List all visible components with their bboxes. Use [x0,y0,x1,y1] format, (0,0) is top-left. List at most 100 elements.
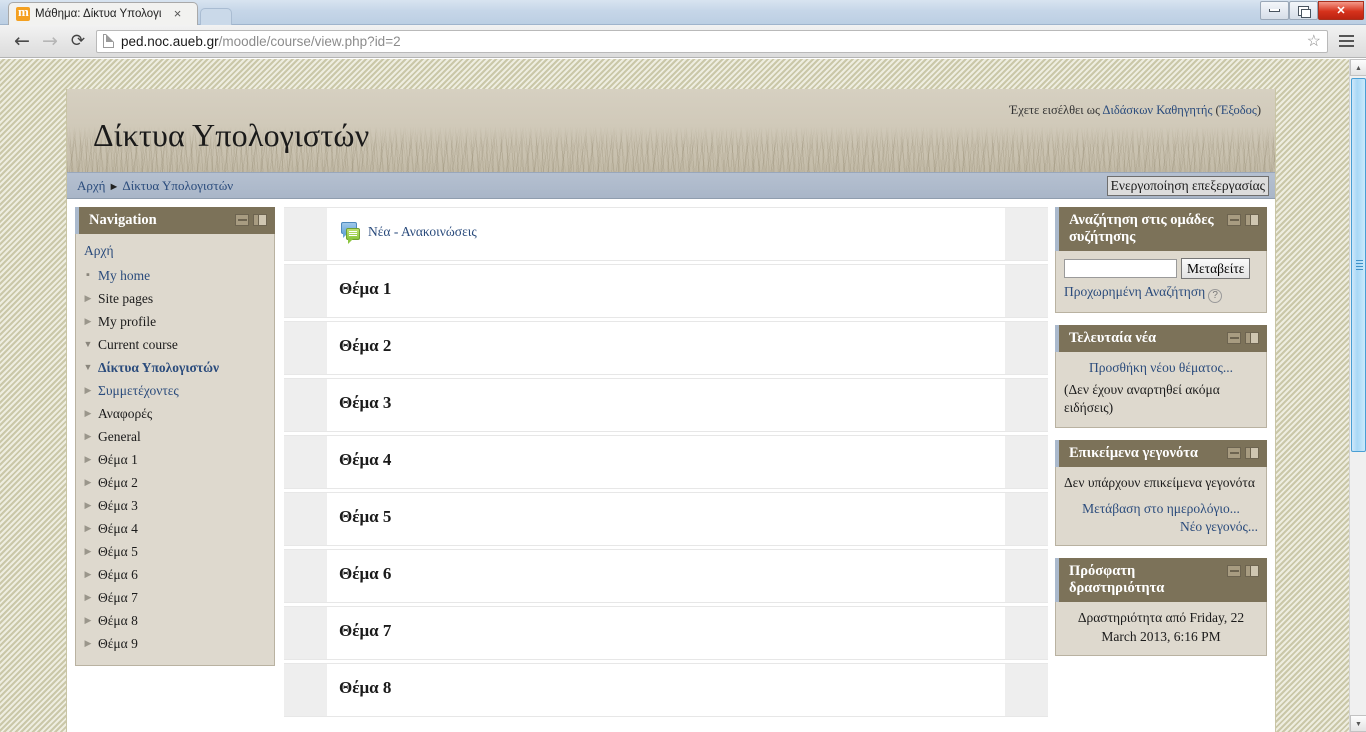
dock-icon[interactable] [1227,446,1241,459]
nav-tree-item-label[interactable]: My home [98,267,150,284]
chevron-right-icon[interactable] [82,386,94,395]
section-right-gutter [1005,379,1048,431]
dock-icon[interactable] [1227,565,1241,578]
browser-tab[interactable]: Μάθημα: Δίκτυα Υπολογι × [8,2,198,25]
section-left-gutter [284,664,327,716]
help-icon[interactable]: ? [1208,289,1223,303]
new-event-link[interactable]: Νέο γεγονός... [1180,519,1258,534]
nav-tree-item-label: Αναφορές [98,406,153,422]
chevron-right-icon[interactable] [82,593,94,602]
chevron-right-icon[interactable] [82,616,94,625]
tab-close-icon[interactable]: × [170,6,185,22]
chevron-down-icon[interactable] [82,363,94,372]
section-right-gutter [1005,493,1048,545]
tab-title: Μάθημα: Δίκτυα Υπολογι [35,8,162,20]
dock-icon[interactable] [1227,332,1241,344]
nav-tree-item: Συμμετέχοντες [82,379,268,402]
go-to-calendar-link[interactable]: Μετάβαση στο ημερολόγιο... [1082,501,1240,516]
chevron-right-icon[interactable] [82,478,94,487]
block-action-icons [1227,445,1259,459]
bullet-icon [82,270,94,281]
section-content: Θέμα 4 [327,436,1005,488]
course-section: Θέμα 6 [284,549,1048,603]
breadcrumb-home-link[interactable]: Αρχή [77,178,105,193]
chevron-right-icon[interactable] [82,432,94,441]
logout-open-paren: ( [1212,103,1220,117]
scrollbar-thumb[interactable] [1351,78,1366,452]
forward-button[interactable]: → [36,27,64,55]
bookmark-star-icon[interactable]: ☆ [1299,31,1321,51]
new-tab-button[interactable] [200,8,232,25]
nav-root-link[interactable]: Αρχή [84,243,114,258]
chevron-right-icon[interactable] [82,409,94,418]
close-window-button[interactable]: ✕ [1318,1,1364,20]
nav-tree-item: Θέμα 5 [82,540,268,563]
back-button[interactable]: ← [8,27,36,55]
latest-news-block-header: Τελευταία νέα [1055,325,1267,352]
chevron-right-icon[interactable] [82,524,94,533]
scroll-up-arrow-icon[interactable]: ▲ [1350,59,1366,76]
dock-icon[interactable] [235,214,249,226]
turn-editing-on-button[interactable]: Ενεργοποίηση επεξεργασίας [1106,175,1269,196]
navigation-tree: My home Site pages My profile Current cours… [82,264,268,655]
upcoming-events-empty-text: Δεν υπάρχουν επικείμενα γεγονότα [1064,474,1255,490]
recent-activity-block: Πρόσφατη δραστηριότητα Δραστηριότητα από… [1055,558,1267,656]
chevron-right-icon[interactable] [82,294,94,303]
nav-tree-item: Θέμα 6 [82,563,268,586]
upcoming-events-block: Επικείμενα γεγονότα Δεν υπάρχουν επικείμ… [1055,439,1267,547]
advanced-search-link[interactable]: Προχωρημένη Αναζήτηση [1064,284,1205,299]
nav-tree-item: Θέμα 3 [82,494,268,517]
course-sections: Νέα - Ανακοινώσεις Θέμα 1 Θέμα 2 Θέμα 3 Θέμα… [284,207,1048,717]
browser-menu-icon[interactable] [1334,29,1358,53]
course-section: Θέμα 7 [284,606,1048,660]
reload-button[interactable]: ⟳ [64,27,92,55]
nav-tree-item-label: Θέμα 8 [98,613,138,629]
chevron-right-icon[interactable] [82,547,94,556]
nav-tree-item: Site pages [82,287,268,310]
chevron-down-icon[interactable] [82,340,94,349]
chevron-right-icon[interactable] [82,317,94,326]
section-right-gutter [1005,265,1048,317]
nav-tree-item-label: Θέμα 6 [98,567,138,583]
section-right-gutter [1005,664,1048,716]
section-content: Θέμα 5 [327,493,1005,545]
nav-tree-item-label[interactable]: Συμμετέχοντες [98,382,179,399]
breadcrumb-separator-icon: ► [108,180,120,193]
hide-block-icon[interactable] [253,214,267,226]
advanced-search-row: Προχωρημένη Αναζήτηση? [1064,283,1258,303]
logout-link[interactable]: Έξοδος [1220,103,1257,117]
browser-toolbar: ← → ⟳ ped.noc.aueb.gr/moodle/course/view… [0,25,1366,58]
chevron-right-icon[interactable] [82,455,94,464]
url-path: /moodle/course/view.php?id=2 [218,33,401,49]
dock-icon[interactable] [1227,214,1241,226]
address-bar[interactable]: ped.noc.aueb.gr/moodle/course/view.php?i… [96,29,1328,53]
hide-block-icon[interactable] [1245,332,1259,344]
forum-search-input[interactable] [1064,259,1177,278]
maximize-button[interactable] [1289,1,1318,20]
chevron-right-icon[interactable] [82,501,94,510]
chevron-right-icon[interactable] [82,639,94,648]
page-scrollbar-vertical[interactable]: ▲ ▼ [1349,59,1366,732]
minimize-button[interactable] [1260,1,1289,20]
logged-in-user-link[interactable]: Διδάσκων Καθηγητής [1102,103,1212,117]
add-new-topic-link[interactable]: Προσθήκη νέου θέματος... [1089,360,1233,375]
section-left-gutter [284,208,327,260]
hide-block-icon[interactable] [1245,446,1259,459]
navbar-row: Αρχή ► Δίκτυα Υπολογιστών Ενεργοποίηση επε… [67,172,1275,199]
scroll-down-arrow-icon[interactable]: ▼ [1350,715,1366,732]
section-title: Θέμα 1 [339,279,392,298]
hide-block-icon[interactable] [1245,214,1259,226]
nav-tree-item-label[interactable]: Δίκτυα Υπολογιστών [98,359,219,376]
section-content: Θέμα 3 [327,379,1005,431]
browser-title-bar: Μάθημα: Δίκτυα Υπολογι × ✕ [0,0,1366,25]
login-prefix-text: Έχετε εισέλθει ως [1009,103,1103,117]
activity-link[interactable]: Νέα - Ανακοινώσεις [368,224,477,240]
search-forums-block-header: Αναζήτηση στις ομάδες συζήτησης [1055,207,1267,251]
chevron-right-icon[interactable] [82,570,94,579]
nav-tree-item: Current course [82,333,268,356]
page-viewport: Έχετε εισέλθει ως Διδάσκων Καθηγητής (Έξ… [0,59,1366,732]
hide-block-icon[interactable] [1245,565,1259,578]
forum-search-go-button[interactable]: Μεταβείτε [1181,258,1251,279]
page-info-icon [103,34,114,48]
breadcrumb-course-link[interactable]: Δίκτυα Υπολογιστών [122,178,233,193]
